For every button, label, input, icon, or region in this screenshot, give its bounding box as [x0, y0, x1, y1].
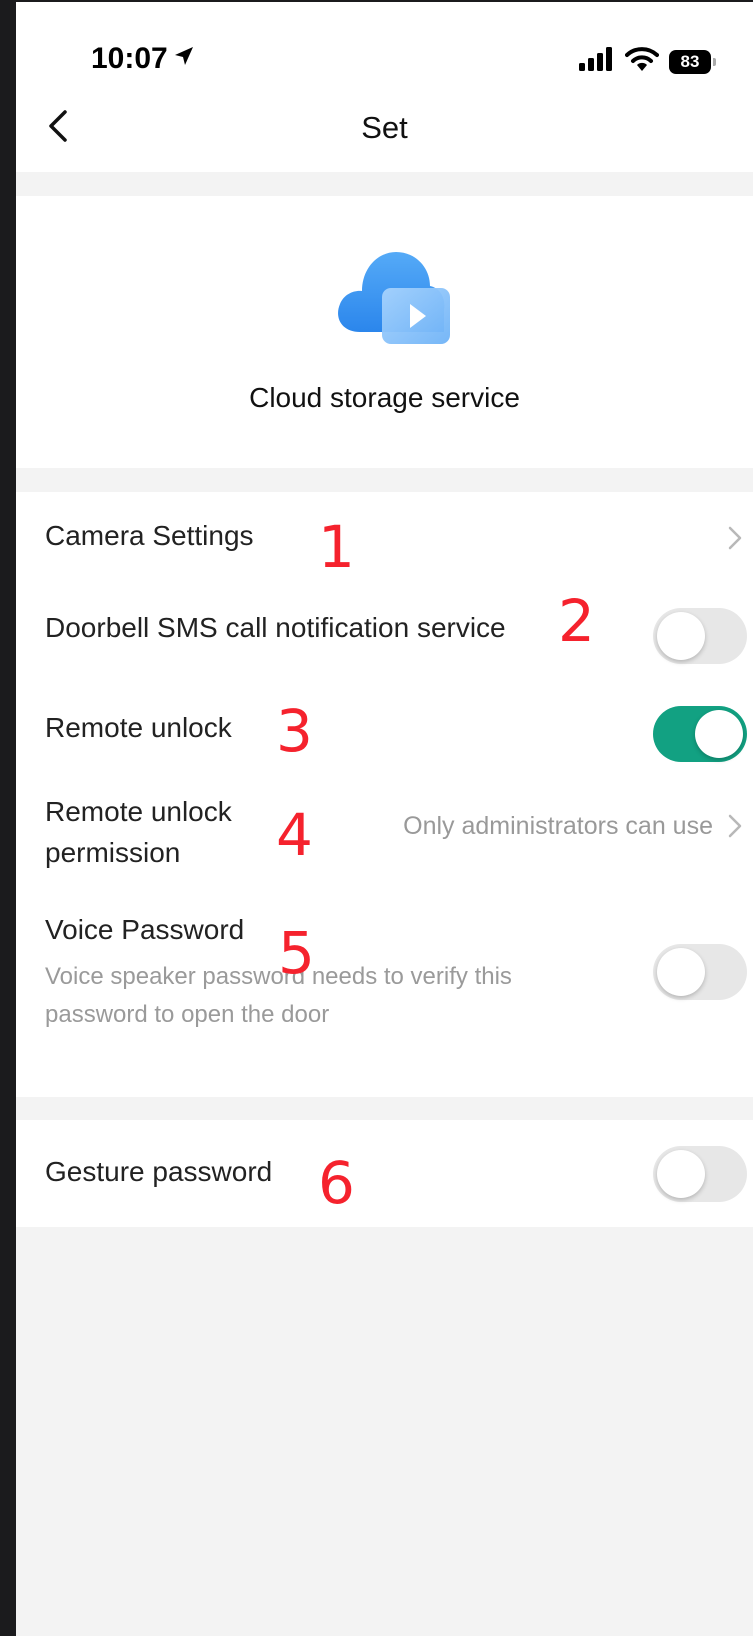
sms-notification-toggle[interactable] — [653, 608, 747, 664]
cloud-storage-label: Cloud storage service — [249, 382, 520, 413]
battery-level: 83 — [680, 51, 700, 71]
status-icons: 83 — [579, 46, 716, 77]
remote-unlock-permission-value: Only administrators can use — [403, 812, 713, 840]
toggle-knob — [657, 1150, 705, 1198]
remote-unlock-permission-label-line2: permission — [45, 836, 181, 868]
cloud-storage-card[interactable]: Cloud storage service — [16, 196, 753, 468]
camera-settings-row[interactable]: Camera Settings 1 — [16, 492, 753, 584]
camera-settings-label: Camera Settings — [45, 520, 254, 551]
cellular-signal-icon — [579, 47, 615, 76]
toggle-knob — [695, 710, 743, 758]
voice-password-description-line2: password to open the door — [45, 1001, 330, 1029]
annotation-marker-1: 1 — [318, 513, 355, 581]
chevron-right-icon — [725, 522, 745, 554]
sms-notification-row: Doorbell SMS call notification service 2 — [16, 584, 753, 684]
chevron-right-icon — [725, 810, 745, 842]
gesture-settings-list: Gesture password 6 — [16, 1120, 753, 1227]
top-bar: 10:07 83 Set — [16, 2, 753, 172]
remote-unlock-toggle[interactable] — [653, 706, 747, 762]
page-title: Set — [361, 110, 408, 145]
gesture-password-row: Gesture password 6 — [16, 1120, 753, 1227]
annotation-marker-5: 5 — [278, 919, 315, 987]
phone-screen: 10:07 83 Set Cloud storage service Camer… — [16, 2, 753, 1636]
status-time: 10:07 — [91, 42, 196, 76]
annotation-marker-6: 6 — [318, 1149, 355, 1217]
annotation-marker-3: 3 — [276, 697, 313, 765]
gesture-password-label: Gesture password — [45, 1156, 273, 1187]
remote-unlock-permission-label: Remote unlock permission — [45, 792, 232, 873]
voice-password-toggle[interactable] — [653, 944, 747, 1000]
location-arrow-icon — [172, 42, 196, 76]
toggle-knob — [657, 612, 705, 660]
annotation-marker-4: 4 — [276, 801, 313, 869]
remote-unlock-permission-row[interactable]: Remote unlock permission 4 Only administ… — [16, 788, 753, 908]
sms-notification-label: Doorbell SMS call notification service — [45, 612, 506, 643]
remote-unlock-row: Remote unlock 3 — [16, 684, 753, 788]
voice-password-label: Voice Password — [45, 914, 245, 945]
settings-list: Camera Settings 1 Doorbell SMS call noti… — [16, 492, 753, 1097]
gesture-password-toggle[interactable] — [653, 1146, 747, 1202]
remote-unlock-label: Remote unlock — [45, 712, 232, 743]
voice-password-row: Voice Password Voice speaker password ne… — [16, 908, 753, 1058]
wifi-icon — [625, 46, 659, 77]
annotation-marker-2: 2 — [558, 587, 595, 655]
remote-unlock-permission-label-line1: Remote unlock — [45, 796, 232, 827]
cloud-video-icon — [332, 240, 452, 350]
battery-icon: 83 — [669, 49, 716, 74]
status-time-text: 10:07 — [91, 42, 168, 75]
toggle-knob — [657, 948, 705, 996]
